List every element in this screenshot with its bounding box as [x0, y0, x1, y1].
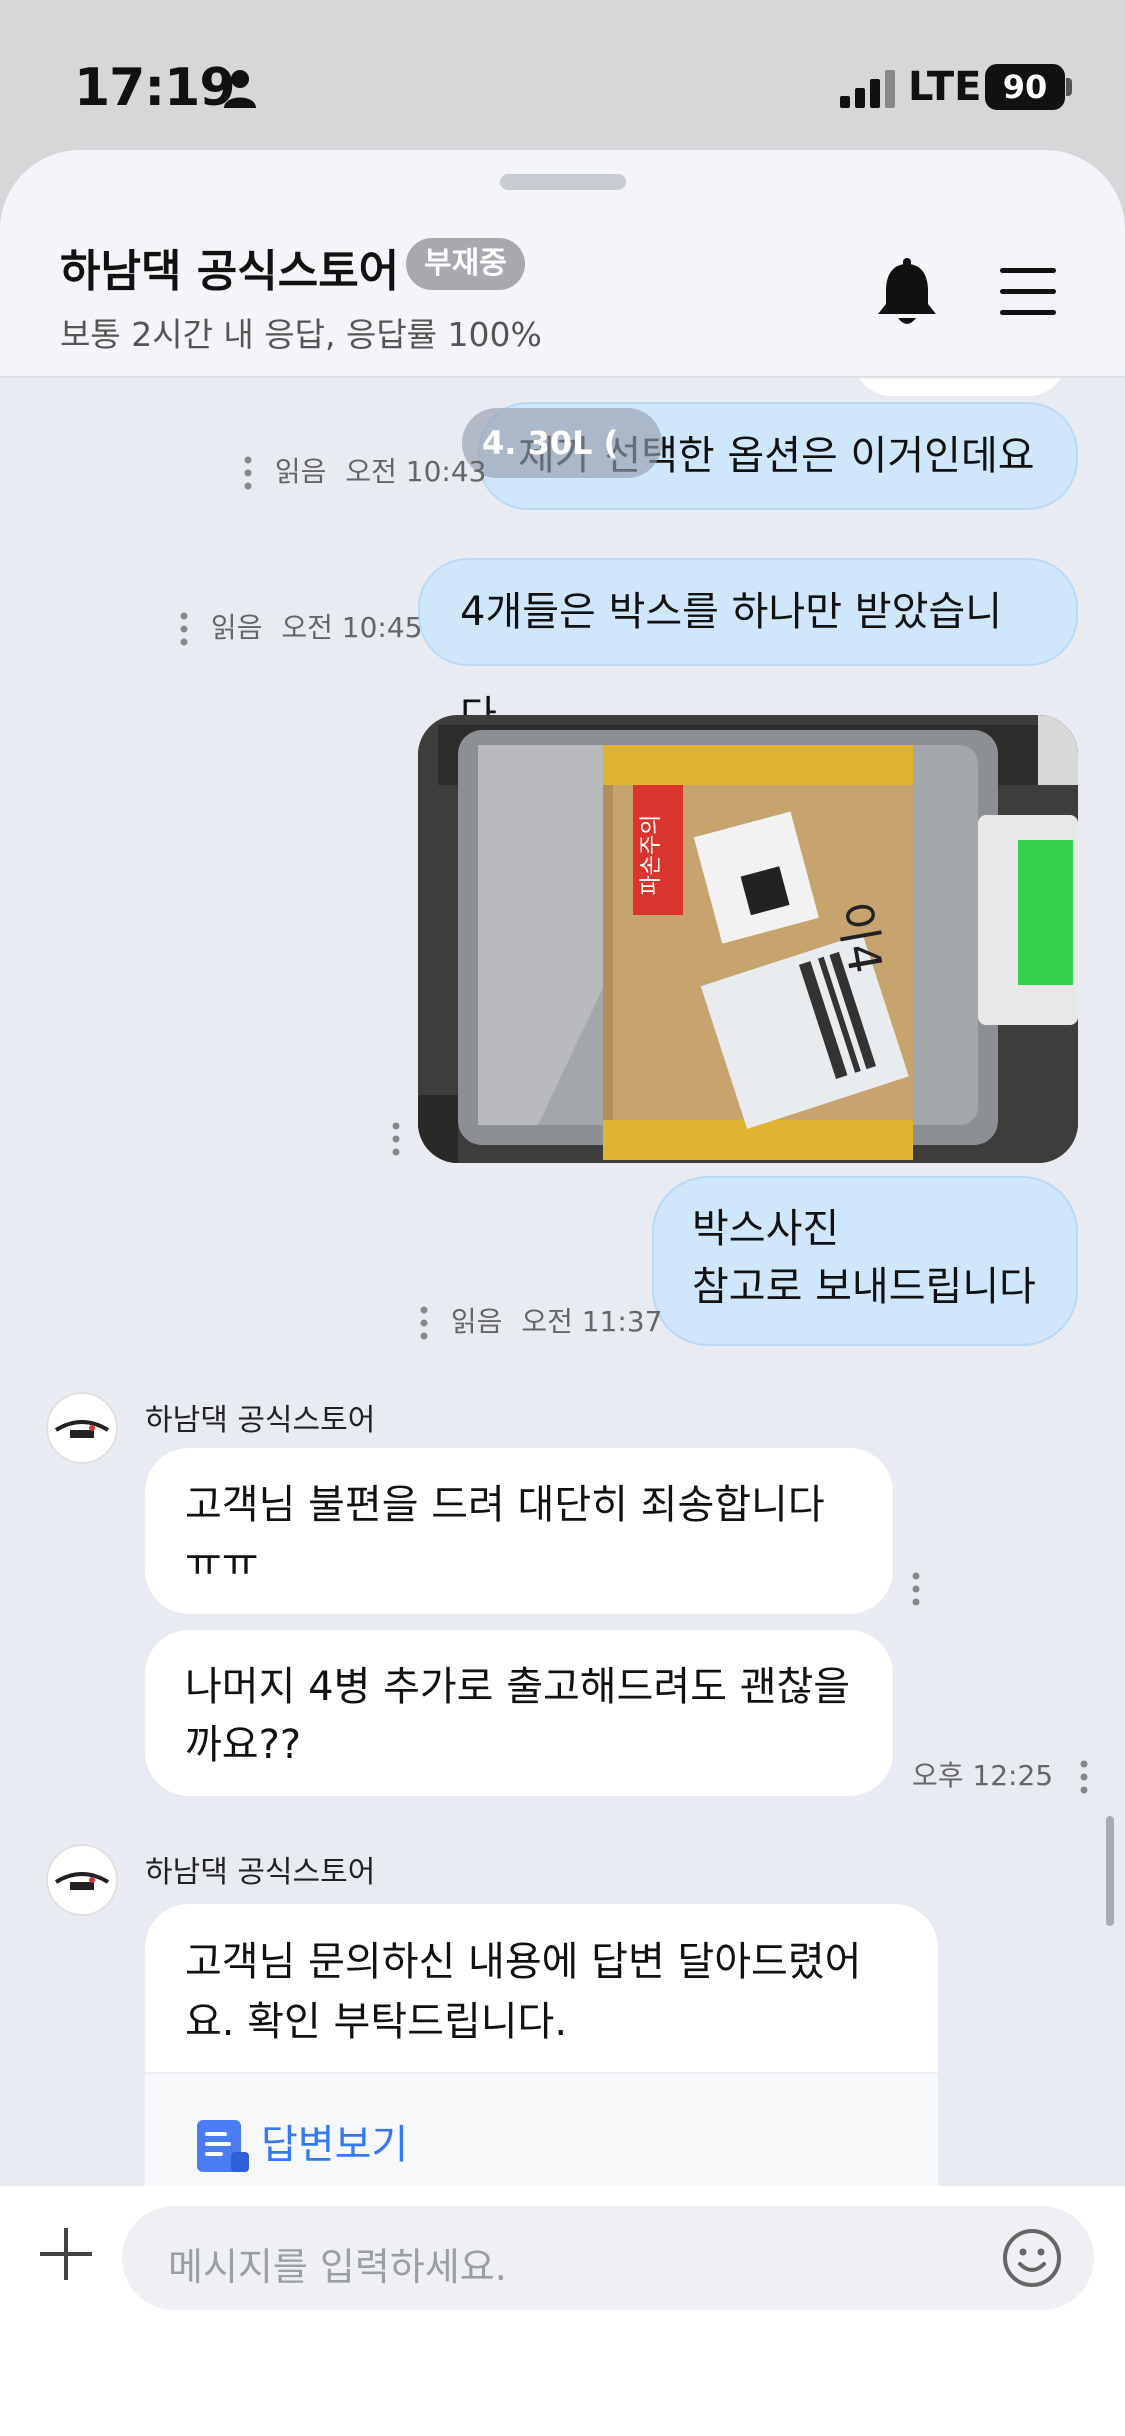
more-icon[interactable]: [244, 454, 252, 492]
menu-icon[interactable]: [998, 264, 1058, 320]
message-text: 고객님 문의하신 내용에 답변 달아드렸어요. 확인 부탁드립니다.: [185, 1939, 862, 2045]
more-icon[interactable]: [392, 1120, 400, 1158]
read-status: 읽음: [450, 1305, 503, 1338]
outgoing-message[interactable]: 박스사진 참고로 보내드립니다: [652, 1176, 1078, 1346]
response-info: 보통 2시간 내 응답, 응답률 100%: [60, 315, 542, 354]
box-photo: 파손주의 이4: [418, 715, 1078, 1163]
message-meta: 읽음 오전 10:43: [244, 450, 486, 492]
emoji-icon[interactable]: [1002, 2228, 1062, 2288]
store-logo: [54, 1872, 110, 1890]
network-label: LTE: [908, 64, 982, 110]
input-bar: 메시지를 입력하세요.: [0, 2186, 1125, 2436]
message-time: 오전 11:37: [521, 1305, 663, 1338]
quote-overlay: 4. 30L (: [462, 408, 662, 478]
more-icon[interactable]: [912, 1570, 920, 1608]
store-avatar[interactable]: [46, 1844, 118, 1916]
signal-icon: [840, 70, 895, 108]
photo-message[interactable]: 파손주의 이4: [418, 715, 1078, 1163]
battery-icon: 90: [985, 64, 1065, 110]
scrollbar[interactable]: [1106, 1816, 1114, 1926]
message-line: 박스사진: [692, 1206, 840, 1252]
quote-overlay-text: 4. 30L (: [482, 424, 619, 462]
message-meta: 읽음 오전 10:45: [180, 606, 422, 648]
status-time: 17:19: [74, 58, 236, 118]
store-avatar[interactable]: [46, 1392, 118, 1464]
more-icon[interactable]: [1080, 1758, 1088, 1796]
view-answer-label: 답변보기: [261, 2122, 409, 2168]
answer-card: 고객님 문의하신 내용에 답변 달아드렸어요. 확인 부탁드립니다. 답변보기: [145, 1904, 938, 2234]
incoming-message[interactable]: 고객님 불편을 드려 대단히 죄송합니다 ㅠㅠ: [145, 1448, 893, 1614]
message-time: 오전 10:43: [345, 455, 487, 488]
store-logo: [54, 1420, 110, 1438]
chat-header: 하남댁 공식스토어 부재중 보통 2시간 내 응답, 응답률 100%: [0, 150, 1125, 378]
more-icon[interactable]: [420, 1304, 428, 1342]
chat-sheet: 제가 선택한 옵션은 이거인데요 4. 30L ( 읽음 오전 10:43 4개…: [0, 150, 1125, 2436]
message-input[interactable]: 메시지를 입력하세요.: [122, 2206, 1094, 2310]
sender-name: 하남댁 공식스토어: [145, 1855, 376, 1890]
message-meta: 읽음 오전 11:37: [420, 1300, 662, 1342]
page-title: 하남댁 공식스토어: [60, 246, 400, 297]
status-badge: 부재중: [406, 238, 525, 290]
sender-name: 하남댁 공식스토어: [145, 1403, 376, 1438]
read-status: 읽음: [210, 611, 263, 644]
message-text: 나머지 4병 추가로 출고해드려도 괜찮을까요??: [185, 1664, 851, 1768]
message-line: 참고로 보내드립니다: [692, 1264, 1036, 1310]
message-input-placeholder: 메시지를 입력하세요.: [168, 2245, 507, 2289]
document-icon: [197, 2120, 249, 2172]
message-meta: 오후 12:25: [912, 1754, 1088, 1796]
battery-tip: [1066, 78, 1072, 96]
message-text: 고객님 불편을 드려 대단히 죄송합니다 ㅠㅠ: [185, 1482, 825, 1586]
person-icon: [224, 70, 256, 108]
more-icon[interactable]: [180, 610, 188, 648]
message-time: 오후 12:25: [912, 1759, 1054, 1792]
sheet-grabber[interactable]: [500, 174, 626, 190]
read-status: 읽음: [274, 455, 327, 488]
bell-icon[interactable]: [872, 258, 942, 330]
outgoing-message[interactable]: 4개들은 박스를 하나만 받았습니다: [418, 558, 1078, 739]
plus-icon[interactable]: [38, 2226, 94, 2282]
status-bar: 17:19 LTE 90: [0, 0, 1125, 150]
message-time: 오전 10:45: [281, 611, 423, 644]
incoming-message[interactable]: 나머지 4병 추가로 출고해드려도 괜찮을까요??: [145, 1630, 893, 1796]
fragile-label: 파손주의: [639, 815, 664, 896]
